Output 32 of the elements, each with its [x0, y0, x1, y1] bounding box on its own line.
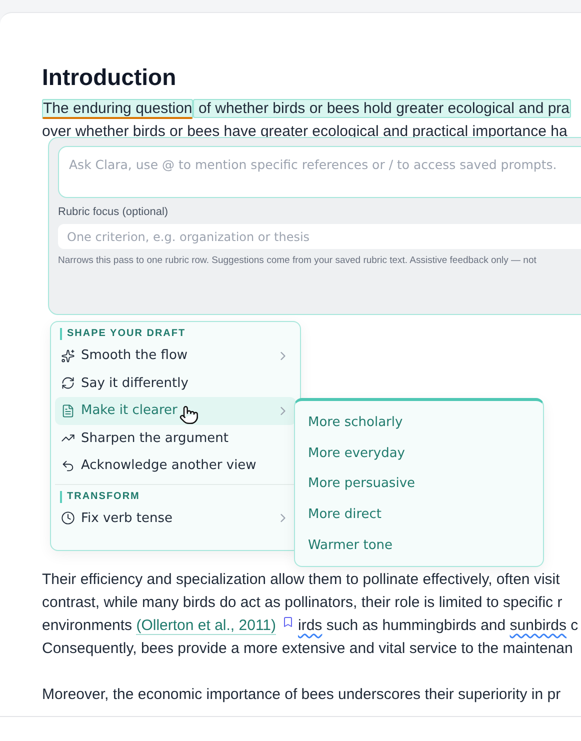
hand-cursor-icon [179, 405, 199, 425]
hint-text: Narrows this pass to one rubric row. Suggestions come from your saved rubric text. Assistive feedback only — not [58, 255, 538, 266]
menu-item[interactable]: Smooth the flow [55, 342, 296, 370]
citation-link[interactable]: (Ollerton et al., 2011) [136, 617, 276, 635]
refresh-icon [61, 376, 75, 390]
section-heading: Introduction [42, 63, 178, 91]
menu-item[interactable]: Acknowledge another view [55, 452, 296, 480]
submenu-item[interactable]: More direct [295, 499, 543, 530]
paragraph-line: over whether birds or bees have greater ecological and practical importance ha [42, 122, 568, 142]
submenu-item[interactable]: More persuasive [295, 468, 543, 500]
undo-arrow-icon [61, 458, 75, 473]
paragraph-line: environments (Ollerton et al., 2011) irds such as hummingbirds and sunbirds c [42, 615, 580, 637]
submenu-item[interactable]: Warmer tone [295, 530, 543, 560]
sparkles-icon [61, 348, 75, 363]
field-label: Rubric focus (optional) [58, 206, 170, 218]
menu-section-title: SHAPE YOUR DRAFT [60, 328, 296, 340]
submenu-item[interactable]: More everyday [295, 438, 543, 468]
menu-item[interactable]: Make it clearer [55, 397, 296, 424]
menu-item[interactable]: Fix verb tense [55, 504, 296, 532]
menu-item[interactable]: Say it differently [55, 370, 296, 397]
bookmark-icon[interactable] [282, 616, 294, 628]
clock-icon [61, 511, 75, 526]
document-icon [61, 404, 75, 418]
paragraph-line: Moreover, the economic importance of bees underscores their superiority in pr [42, 685, 562, 705]
submenu-item[interactable]: More scholarly [295, 407, 543, 438]
paragraph-line: The enduring question of whether birds or bees hold greater ecological and pra [42, 98, 572, 120]
paragraph-line: contrast, while many birds do act as pollinators, their role is limited to specific r [42, 593, 564, 613]
paragraph-line: Consequently, bees provide a more extensive and vital service to the maintenan [42, 639, 574, 659]
paragraph-line: Their efficiency and specialization allow them to pollinate effectively, often visit [42, 570, 561, 590]
rubric-input-field[interactable]: One criterion, e.g. organization or thesis [58, 224, 581, 249]
prompt-field[interactable]: Ask Clara, use @ to mention specific references or / to access saved prompts. [58, 146, 581, 198]
menu-item[interactable]: Sharpen the argument [55, 424, 296, 452]
